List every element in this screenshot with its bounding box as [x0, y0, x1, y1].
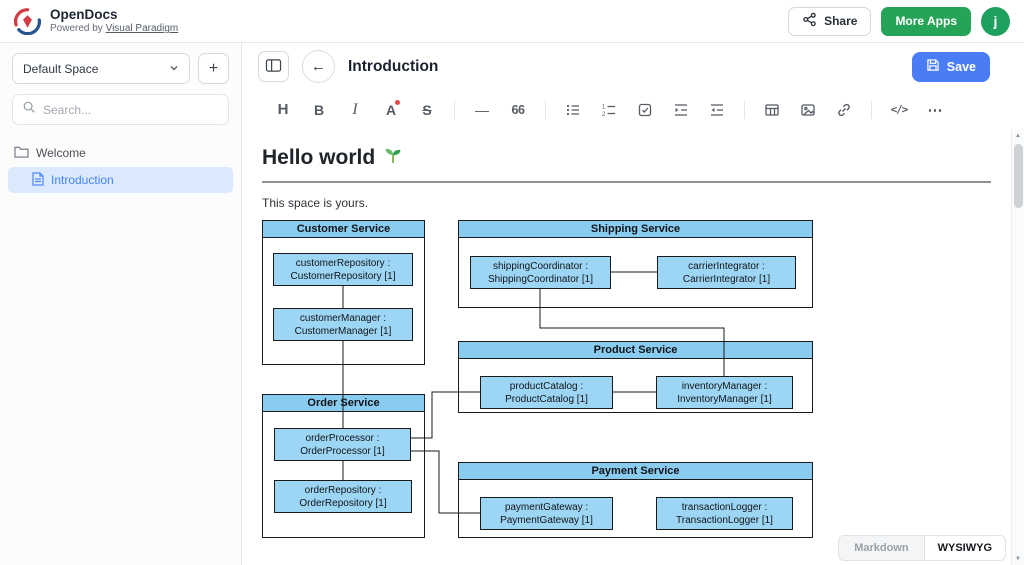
uml-component-inventorymanager: inventoryManager :InventoryManager [1] [656, 376, 793, 409]
uml-component-shippingcoordinator: shippingCoordinator :ShippingCoordinator… [470, 256, 611, 289]
more-apps-button[interactable]: More Apps [881, 7, 971, 36]
uml-package-customer-service: Customer Service [262, 220, 425, 365]
toolbar-strikethrough-button[interactable]: S [412, 96, 442, 124]
svg-text:1: 1 [602, 104, 606, 110]
wysiwyg-mode-button[interactable]: WYSIWYG [925, 536, 1005, 560]
uml-package-label: Product Service [459, 342, 812, 359]
uml-component-customermanager: customerManager :CustomerManager [1] [273, 308, 413, 341]
uml-component-transactionlogger: transactionLogger :TransactionLogger [1] [656, 497, 793, 530]
app-header: OpenDocs Powered by Visual Paradigm Shar… [0, 0, 1024, 43]
page-tree: Welcome Introduction [0, 141, 241, 193]
toolbar-more-button[interactable]: ⋯ [920, 96, 950, 124]
space-selector-value: Default Space [23, 62, 98, 76]
toolbar-divider [454, 101, 455, 119]
uml-package-order-service: Order Service [262, 394, 425, 538]
toolbar-divider [871, 101, 872, 119]
space-selector[interactable]: Default Space [12, 53, 190, 84]
intro-text: This space is yours. [262, 196, 1004, 210]
uml-component-orderrepository: orderRepository :OrderRepository [1] [274, 480, 412, 513]
search-input[interactable] [43, 103, 219, 117]
visual-paradigm-link[interactable]: Visual Paradigm [106, 23, 179, 34]
format-toolbar: HBIAS—6612</>⋯ [242, 90, 1024, 129]
markdown-mode-button[interactable]: Markdown [839, 536, 924, 560]
main-panel: ← Introduction Save HBIAS—6612</>⋯ Hello… [242, 43, 1024, 565]
toolbar-indent-button[interactable] [666, 96, 696, 124]
doc-header: ← Introduction Save [242, 43, 1024, 90]
toolbar-code-button[interactable]: </> [884, 96, 914, 124]
sidebar: Default Space + Welcome [0, 43, 242, 565]
folder-icon [14, 145, 29, 161]
sidebar-item-welcome[interactable]: Welcome [0, 141, 241, 165]
scroll-thumb[interactable] [1014, 144, 1023, 208]
chevron-down-icon [169, 62, 179, 76]
scrollbar[interactable]: ▲ ▼ [1011, 129, 1024, 565]
toolbar-horizontal-rule-button[interactable]: — [467, 96, 497, 124]
share-button[interactable]: Share [788, 7, 871, 36]
toolbar-bold-button[interactable]: B [304, 96, 334, 124]
document-icon [32, 172, 44, 189]
document-heading: Hello world [262, 145, 1004, 171]
powered-by-prefix: Powered by [50, 23, 103, 34]
toolbar-table-button[interactable] [757, 96, 787, 124]
back-button[interactable]: ← [302, 50, 335, 83]
search-icon [22, 100, 36, 119]
toolbar-task-list-button[interactable] [630, 96, 660, 124]
user-avatar[interactable]: j [981, 7, 1010, 36]
toolbar-divider [744, 101, 745, 119]
heading-text: Hello world [262, 146, 375, 170]
scroll-up-arrow[interactable]: ▲ [1012, 129, 1024, 142]
uml-package-label: Payment Service [459, 463, 812, 480]
tree-item-label: Introduction [51, 173, 114, 187]
page-title: Introduction [348, 58, 438, 76]
toolbar-numbered-list-button[interactable]: 12 [594, 96, 624, 124]
toolbar-heading-button[interactable]: H [268, 96, 298, 124]
uml-diagram[interactable]: Customer Service Shipping Service Product … [262, 220, 814, 539]
app-title-block: OpenDocs Powered by Visual Paradigm [50, 7, 178, 35]
uml-component-paymentgateway: paymentGateway :PaymentGateway [1] [480, 497, 613, 530]
uml-component-customerrepository: customerRepository :CustomerRepository [… [273, 253, 413, 286]
tree-item-label: Welcome [36, 146, 86, 160]
heading-divider [262, 181, 991, 183]
toolbar-bullet-list-button[interactable] [558, 96, 588, 124]
uml-package-label: Shipping Service [459, 221, 812, 238]
sidebar-item-introduction[interactable]: Introduction [8, 167, 233, 193]
uml-package-label: Order Service [263, 395, 424, 412]
editor-mode-toggle: Markdown WYSIWYG [838, 535, 1006, 561]
add-page-button[interactable]: + [198, 53, 229, 84]
powered-by-text: Powered by Visual Paradigm [50, 23, 178, 35]
toolbar-font-color-button[interactable]: A [376, 96, 406, 124]
toolbar-italic-button[interactable]: I [340, 96, 370, 124]
svg-text:2: 2 [602, 112, 606, 118]
opendocs-logo [14, 8, 41, 35]
toolbar-image-button[interactable] [793, 96, 823, 124]
scroll-down-arrow[interactable]: ▼ [1012, 552, 1024, 565]
uml-component-orderprocessor: orderProcessor :OrderProcessor [1] [274, 428, 411, 461]
document-content: Hello world This space is yours. Custome… [242, 129, 1024, 565]
save-icon [926, 58, 940, 75]
share-label: Share [824, 14, 857, 28]
app-body: Default Space + Welcome [0, 43, 1024, 565]
toolbar-divider [545, 101, 546, 119]
panel-icon [265, 58, 282, 76]
toggle-sidebar-button[interactable] [258, 51, 289, 82]
save-label: Save [947, 60, 976, 74]
share-icon [802, 12, 817, 30]
uml-component-carrierintegrator: carrierIntegrator :CarrierIntegrator [1] [657, 256, 796, 289]
toolbar-blockquote-button[interactable]: 66 [503, 96, 533, 124]
seedling-icon [383, 145, 403, 171]
header-actions: Share More Apps j [788, 7, 1010, 36]
search-box[interactable] [12, 94, 229, 125]
sidebar-controls: Default Space + [0, 53, 241, 84]
uml-package-label: Customer Service [263, 221, 424, 238]
app-name: OpenDocs [50, 7, 178, 23]
uml-component-productcatalog: productCatalog :ProductCatalog [1] [480, 376, 613, 409]
toolbar-outdent-button[interactable] [702, 96, 732, 124]
toolbar-link-button[interactable] [829, 96, 859, 124]
save-button[interactable]: Save [912, 52, 990, 82]
